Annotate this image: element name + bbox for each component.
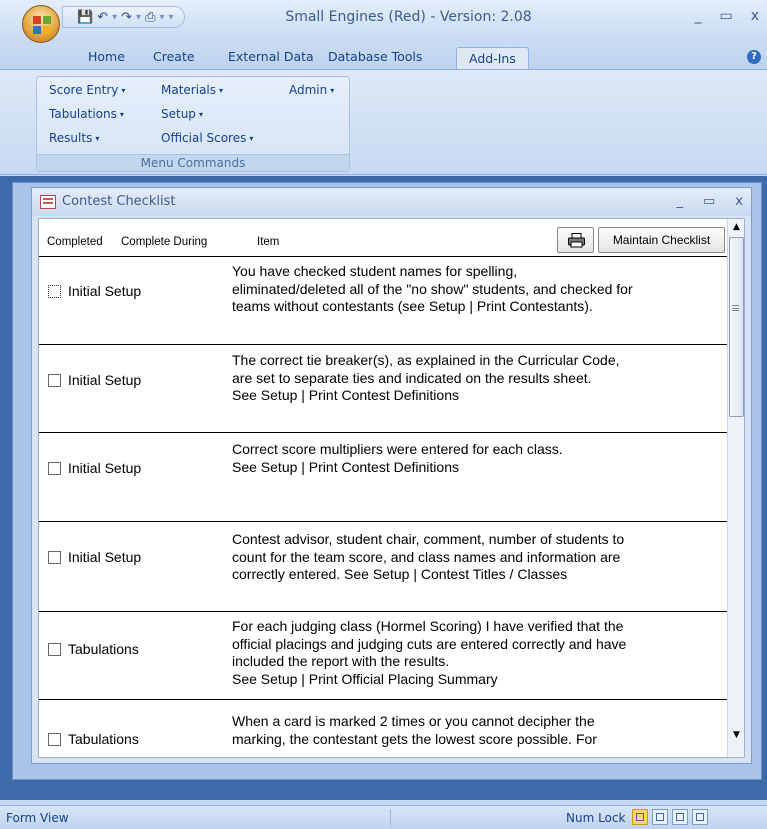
complete-during-value: Initial Setup [68, 549, 142, 565]
checklist-row: Initial Setup Contest advisor, student c… [39, 523, 727, 612]
complete-during-value: Initial Setup [68, 283, 142, 299]
materials-label: Materials [161, 83, 217, 97]
scroll-grip-icon [732, 305, 739, 311]
item-text: The correct tie breaker(s), as explained… [232, 352, 620, 403]
form-controls: _ ▭ x [677, 194, 744, 209]
close-icon[interactable]: x [751, 8, 759, 24]
tab-database-tools[interactable]: Database Tools [328, 49, 422, 64]
form-icon [40, 195, 56, 209]
chevron-down-icon: ▾ [219, 86, 224, 95]
ribbon: Score Entry ▾ Materials ▾ Admin ▾ Tabulatio… [0, 69, 767, 175]
form-close-icon[interactable]: x [735, 194, 743, 209]
status-separator [390, 809, 391, 827]
complete-during-value: Tabulations [68, 641, 139, 657]
materials-menu[interactable]: Materials ▾ [161, 83, 223, 97]
tabulations-label: Tabulations [49, 107, 117, 121]
item-text: For each judging class (Hormel Scoring) … [232, 618, 627, 687]
chevron-down-icon: ▾ [95, 134, 100, 143]
maximize-icon[interactable]: ▭ [719, 8, 732, 24]
design-view-icon[interactable] [692, 809, 708, 825]
help-icon[interactable]: ? [747, 50, 761, 64]
scroll-down-icon[interactable]: ▼ [728, 727, 744, 744]
minimize-icon[interactable]: _ [694, 8, 701, 24]
checklist-row: Tabulations When a card is marked 2 time… [39, 701, 727, 757]
results-menu[interactable]: Results ▾ [49, 131, 99, 145]
checklist-header: Completed Complete During Item Maintain … [39, 219, 727, 257]
header-complete-during: Complete During [121, 236, 208, 248]
completed-checkbox[interactable] [48, 374, 61, 387]
form-maximize-icon[interactable]: ▭ [703, 194, 715, 209]
official-scores-label: Official Scores [161, 131, 247, 145]
completed-checkbox[interactable] [48, 285, 61, 298]
title-bar: 💾 ↶ ▾ ↷ ▾ ⎙ ▾ ▾ Small Engines (Red) - Ve… [0, 0, 767, 44]
window-title: Small Engines (Red) - Version: 2.08 [285, 9, 532, 25]
score-entry-menu[interactable]: Score Entry ▾ [49, 83, 125, 97]
header-completed: Completed [47, 236, 103, 248]
completed-checkbox[interactable] [48, 462, 61, 475]
status-bar: Form View Num Lock [0, 805, 767, 829]
checklist-row: Initial Setup The correct tie breaker(s)… [39, 346, 727, 433]
results-label: Results [49, 131, 93, 145]
maintain-checklist-button[interactable]: Maintain Checklist [598, 227, 725, 253]
checklist-row: Tabulations For each judging class (Horm… [39, 613, 727, 700]
chevron-down-icon: ▾ [119, 110, 124, 119]
menu-commands-group: Score Entry ▾ Materials ▾ Admin ▾ Tabulatio… [36, 76, 350, 172]
print-button[interactable] [557, 227, 594, 253]
form-minimize-icon[interactable]: _ [677, 194, 684, 209]
ribbon-tabs: Home Create External Data Database Tools… [0, 44, 767, 71]
item-text: You have checked student names for spell… [232, 263, 633, 314]
form-view-icon[interactable] [632, 809, 648, 825]
tabulations-menu[interactable]: Tabulations ▾ [49, 107, 124, 121]
header-item: Item [257, 236, 280, 248]
chevron-down-icon: ▾ [198, 110, 203, 119]
vertical-scrollbar[interactable]: ▲ ▼ [727, 219, 744, 757]
tab-home[interactable]: Home [88, 49, 125, 64]
chevron-down-icon: ▾ [330, 86, 335, 95]
checklist-row: Initial Setup You have checked student n… [39, 257, 727, 345]
numlock-indicator: Num Lock [566, 811, 626, 825]
scroll-thumb[interactable] [729, 237, 744, 417]
setup-menu[interactable]: Setup ▾ [161, 107, 203, 121]
completed-checkbox[interactable] [48, 551, 61, 564]
tab-add-ins[interactable]: Add-Ins [456, 47, 529, 71]
view-status: Form View [6, 811, 69, 825]
layout-view-icon[interactable] [672, 809, 688, 825]
complete-during-value: Tabulations [68, 731, 139, 747]
checklist-row: Initial Setup Correct score multipliers … [39, 434, 727, 522]
score-entry-label: Score Entry [49, 83, 119, 97]
group-label: Menu Commands [37, 154, 349, 171]
official-scores-menu[interactable]: Official Scores ▾ [161, 131, 253, 145]
setup-label: Setup [161, 107, 196, 121]
complete-during-value: Initial Setup [68, 372, 142, 388]
item-text: Contest advisor, student chair, comment,… [232, 531, 625, 582]
form-title-bar: Contest Checklist _ ▭ x [32, 188, 751, 216]
tab-create[interactable]: Create [153, 49, 195, 64]
chevron-down-icon: ▾ [121, 86, 126, 95]
view-switcher [632, 809, 708, 825]
datasheet-view-icon[interactable] [652, 809, 668, 825]
form-title: Contest Checklist [62, 194, 176, 209]
chevron-down-icon: ▾ [249, 134, 254, 143]
admin-label: Admin [289, 83, 328, 97]
printer-icon [568, 233, 585, 248]
complete-during-value: Initial Setup [68, 460, 142, 476]
scroll-up-icon[interactable]: ▲ [728, 219, 744, 236]
completed-checkbox[interactable] [48, 643, 61, 656]
contest-checklist-window: Contest Checklist _ ▭ x Completed Comple… [31, 187, 752, 764]
window-controls: _ ▭ x [694, 8, 759, 24]
item-text: When a card is marked 2 times or you can… [232, 713, 597, 747]
completed-checkbox[interactable] [48, 733, 61, 746]
admin-menu[interactable]: Admin ▾ [289, 83, 334, 97]
item-text: Correct score multipliers were entered f… [232, 441, 563, 475]
tab-external-data[interactable]: External Data [228, 49, 314, 64]
form-body: Completed Complete During Item Maintain … [38, 218, 745, 758]
